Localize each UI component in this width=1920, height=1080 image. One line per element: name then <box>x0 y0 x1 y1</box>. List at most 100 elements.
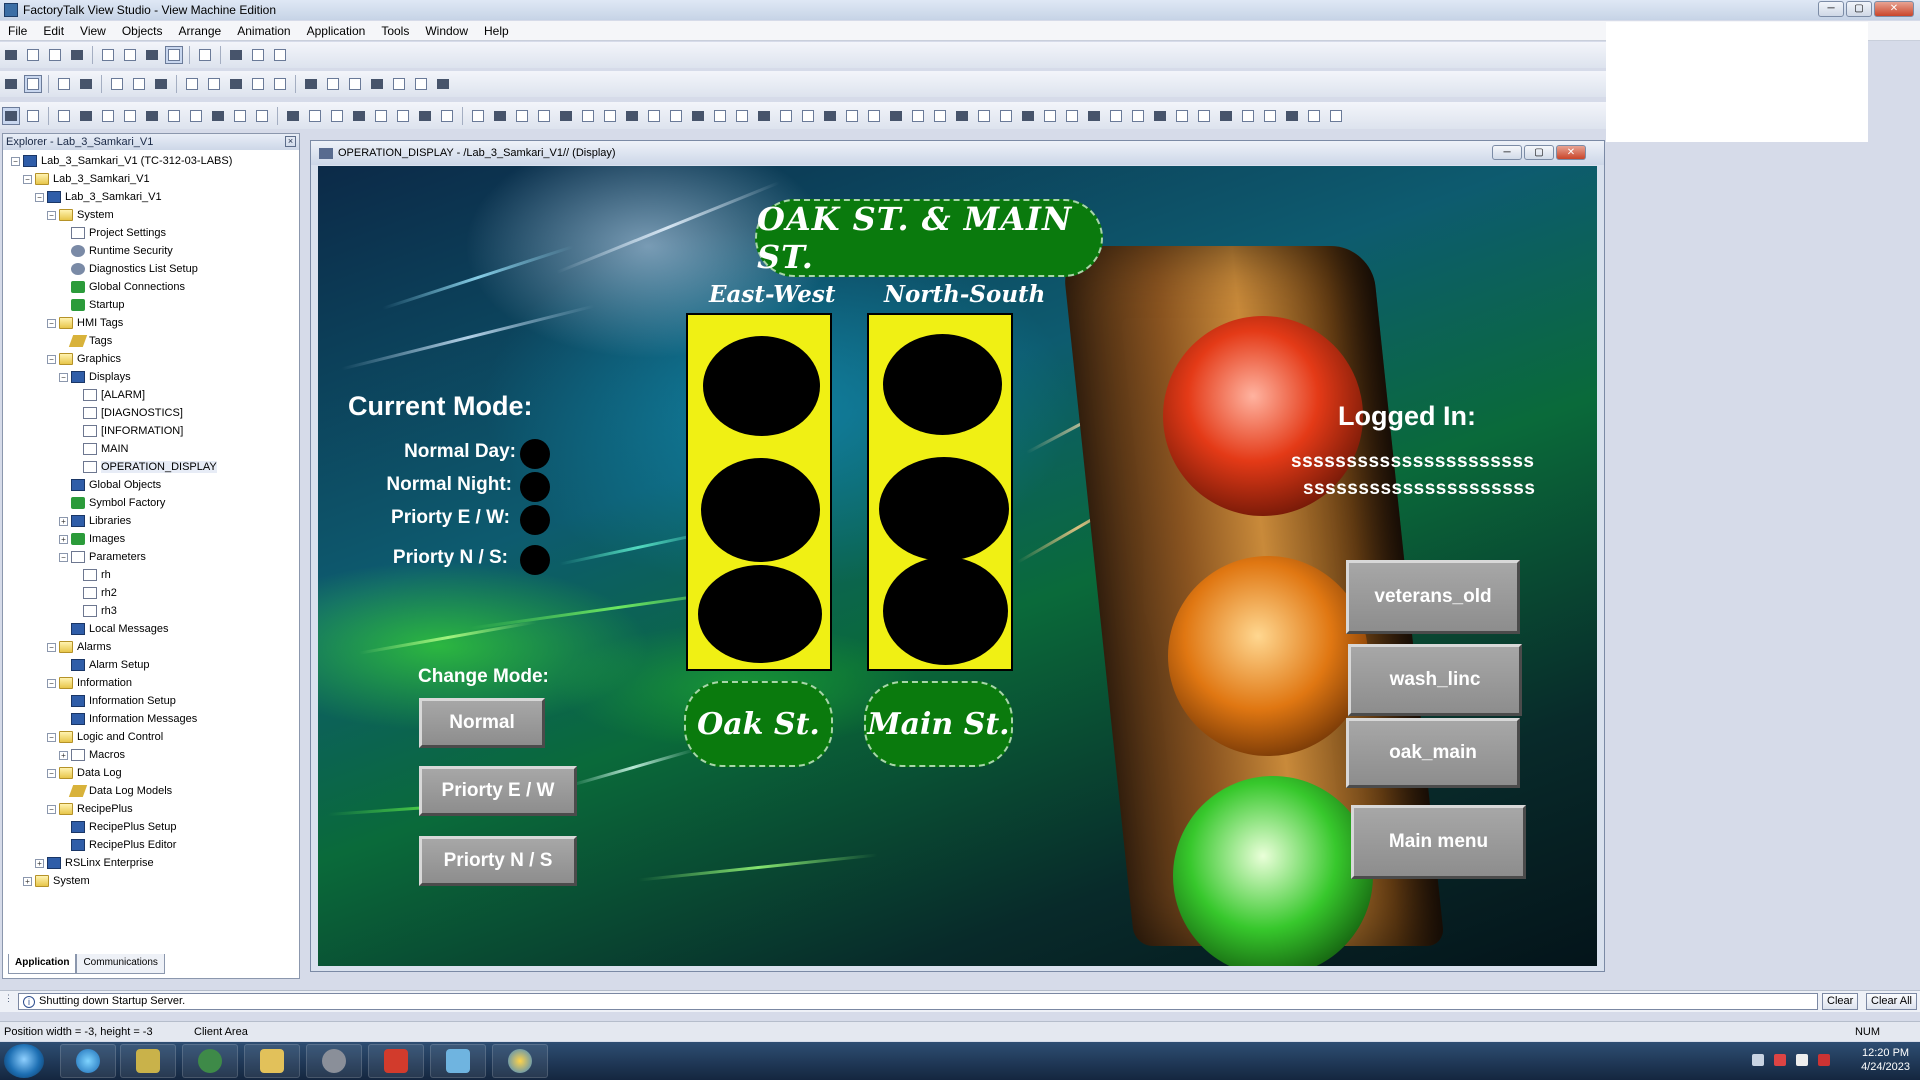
toolbar-tool-icon[interactable] <box>350 107 368 125</box>
toolbar-tool-icon[interactable] <box>183 75 201 93</box>
menu-animation[interactable]: Animation <box>229 24 298 38</box>
main-menu-button[interactable]: Main menu <box>1351 805 1526 879</box>
toolbar-tool-icon[interactable] <box>152 75 170 93</box>
toolbar-tool-icon[interactable] <box>434 75 452 93</box>
tree-item[interactable]: − Information <box>3 674 299 692</box>
tree-item[interactable]: RecipePlus Editor <box>3 836 299 854</box>
toolbar-tool-icon[interactable] <box>253 107 271 125</box>
toolbar-tool-icon[interactable] <box>469 107 487 125</box>
toolbar-tool-icon[interactable] <box>324 75 342 93</box>
menu-view[interactable]: View <box>72 24 114 38</box>
display-maximize-button[interactable]: ▢ <box>1524 145 1554 160</box>
toolbar-tool-icon[interactable] <box>394 107 412 125</box>
toolbar-tool-icon[interactable] <box>121 46 139 64</box>
toolbar-tool-icon[interactable] <box>368 75 386 93</box>
normal-mode-button[interactable]: Normal <box>419 698 545 748</box>
tree-item[interactable]: [DIAGNOSTICS] <box>3 404 299 422</box>
tree-item[interactable]: [ALARM] <box>3 386 299 404</box>
toolbar-tool-icon[interactable] <box>1283 107 1301 125</box>
taskbar-explorer[interactable] <box>244 1044 300 1078</box>
taskbar-app-2[interactable] <box>306 1044 362 1078</box>
toolbar-tool-icon[interactable] <box>2 46 20 64</box>
toolbar-tool-icon[interactable] <box>975 107 993 125</box>
collapse-icon[interactable]: − <box>23 174 32 184</box>
toolbar-tool-icon[interactable] <box>209 107 227 125</box>
tree-item[interactable]: − Displays <box>3 368 299 386</box>
toolbar-tool-icon[interactable] <box>513 107 531 125</box>
toolbar-tool-icon[interactable] <box>997 107 1015 125</box>
expand-icon[interactable]: + <box>59 534 68 544</box>
flag-icon[interactable] <box>1796 1054 1808 1066</box>
taskbar-app-4[interactable] <box>430 1044 486 1078</box>
expand-icon[interactable]: + <box>35 858 44 868</box>
tree-item[interactable]: rh <box>3 566 299 584</box>
clock[interactable]: 12:20 PM 4/24/2023 <box>1861 1046 1910 1074</box>
tree-item[interactable]: Global Objects <box>3 476 299 494</box>
collapse-icon[interactable]: − <box>47 642 56 652</box>
oak-main-button[interactable]: oak_main <box>1346 718 1520 788</box>
toolbar-tool-icon[interactable] <box>143 107 161 125</box>
toolbar-tool-icon[interactable] <box>557 107 575 125</box>
start-button[interactable] <box>4 1044 44 1078</box>
toolbar-tool-icon[interactable] <box>1239 107 1257 125</box>
menu-edit[interactable]: Edit <box>35 24 72 38</box>
taskbar-app-3[interactable] <box>368 1044 424 1078</box>
toolbar-tool-icon[interactable] <box>55 107 73 125</box>
toolbar-tool-icon[interactable] <box>372 107 390 125</box>
tree-item[interactable]: + Macros <box>3 746 299 764</box>
toolbar-tool-icon[interactable] <box>2 75 20 93</box>
tree-item[interactable]: − Lab_3_Samkari_V1 <box>3 170 299 188</box>
collapse-icon[interactable]: − <box>47 210 56 220</box>
taskbar-factorytalk[interactable] <box>182 1044 238 1078</box>
toolbar-tool-icon[interactable] <box>121 107 139 125</box>
collapse-icon[interactable]: − <box>47 732 56 742</box>
toolbar-tool-icon[interactable] <box>306 107 324 125</box>
toolbar-tool-icon[interactable] <box>601 107 619 125</box>
toolbar-tool-icon[interactable] <box>77 107 95 125</box>
tree-item[interactable]: − Logic and Control <box>3 728 299 746</box>
explorer-close-icon[interactable]: × <box>285 136 296 147</box>
menu-objects[interactable]: Objects <box>114 24 171 38</box>
tree-item[interactable]: − Parameters <box>3 548 299 566</box>
tree-item[interactable]: Symbol Factory <box>3 494 299 512</box>
collapse-icon[interactable]: − <box>59 552 68 562</box>
toolbar-tool-icon[interactable] <box>46 46 64 64</box>
toolbar-tool-icon[interactable] <box>108 75 126 93</box>
tree-item[interactable]: MAIN <box>3 440 299 458</box>
toolbar-tool-icon[interactable] <box>249 75 267 93</box>
toolbar-tool-icon[interactable] <box>99 107 117 125</box>
tree-item[interactable]: Runtime Security <box>3 242 299 260</box>
toolbar-tool-icon[interactable] <box>953 107 971 125</box>
collapse-icon[interactable]: − <box>47 804 56 814</box>
toolbar-tool-icon[interactable] <box>667 107 685 125</box>
display-minimize-button[interactable]: ─ <box>1492 145 1522 160</box>
toolbar-tool-icon[interactable] <box>77 75 95 93</box>
toolbar-tool-icon[interactable] <box>645 107 663 125</box>
toolbar-tool-icon[interactable] <box>931 107 949 125</box>
toolbar-tool-icon[interactable] <box>24 46 42 64</box>
toolbar-tool-icon[interactable] <box>231 107 249 125</box>
collapse-icon[interactable]: − <box>47 354 56 364</box>
toolbar-tool-icon[interactable] <box>1195 107 1213 125</box>
toolbar-tool-icon[interactable] <box>2 106 20 125</box>
toolbar-tool-icon[interactable] <box>416 107 434 125</box>
toolbar-tool-icon[interactable] <box>799 107 817 125</box>
toolbar-tool-icon[interactable] <box>711 107 729 125</box>
expand-icon[interactable]: + <box>23 876 32 886</box>
tree-item[interactable]: Diagnostics List Setup <box>3 260 299 278</box>
clear-all-button[interactable]: Clear All <box>1866 993 1917 1010</box>
toolbar-tool-icon[interactable] <box>328 107 346 125</box>
priority-ns-button[interactable]: Priorty N / S <box>419 836 577 886</box>
tree-item[interactable]: − HMI Tags <box>3 314 299 332</box>
tree-item[interactable]: − System <box>3 206 299 224</box>
toolbar-tool-icon[interactable] <box>165 107 183 125</box>
tree-item[interactable]: − Data Log <box>3 764 299 782</box>
toolbar-tool-icon[interactable] <box>1129 107 1147 125</box>
tree-item[interactable]: + RSLinx Enterprise <box>3 854 299 872</box>
toolbar-tool-icon[interactable] <box>284 107 302 125</box>
toolbar-tool-icon[interactable] <box>1151 107 1169 125</box>
menu-arrange[interactable]: Arrange <box>171 24 230 38</box>
toolbar-tool-icon[interactable] <box>187 107 205 125</box>
tree-item[interactable]: Project Settings <box>3 224 299 242</box>
tray-arrow-icon[interactable] <box>1752 1054 1764 1066</box>
